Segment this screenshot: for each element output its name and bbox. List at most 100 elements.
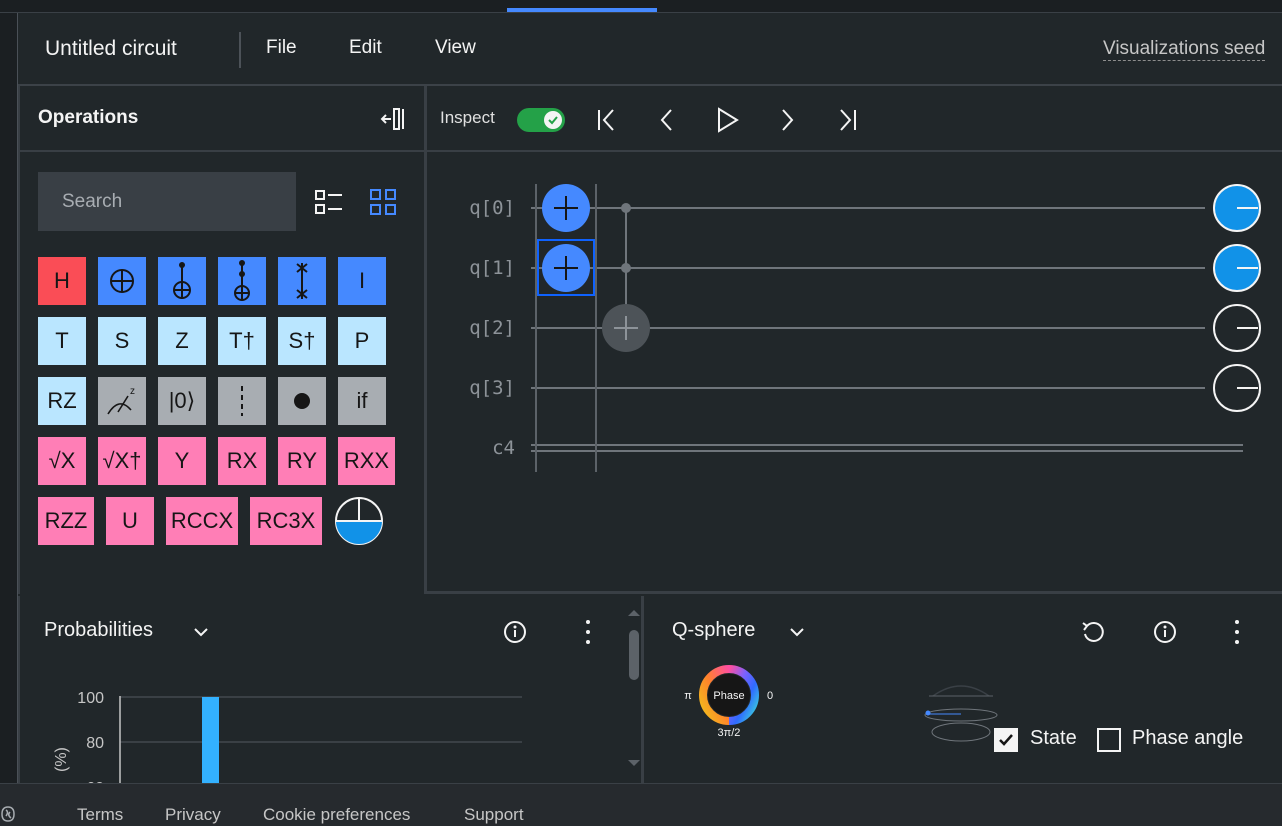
visualizations-seed-link[interactable]: Visualizations seed [1103,38,1266,61]
footer-link-cookie-preferences[interactable]: Cookie preferences [263,805,410,825]
search-box[interactable] [38,172,296,231]
active-tab-indicator [507,8,657,12]
menu-edit[interactable]: Edit [349,37,382,59]
y-tick-label: 80 [86,735,104,752]
overflow-menu-icon[interactable] [1225,618,1249,646]
gate-p[interactable]: P [338,317,386,365]
operations-header: Operations [20,86,426,152]
gate-rccx[interactable]: RCCX [166,497,238,545]
gate-s-dagger[interactable]: S† [278,317,326,365]
step-back-icon[interactable] [653,106,681,134]
phase-angle-checkbox[interactable] [1097,728,1121,752]
qsphere-visual[interactable] [921,678,1001,746]
measure-indicator-q1 [1213,244,1261,292]
gate-rc3x[interactable]: RC3X [250,497,322,545]
phase-wheel: Phase π 0 3π/2 [684,665,773,739]
inspect-toggle[interactable] [517,108,565,132]
gate-y[interactable]: Y [158,437,206,485]
qsphere-title[interactable]: Q-sphere [672,619,755,642]
gate-rxx[interactable]: RXX [338,437,395,485]
y-tick-label: 100 [77,690,104,707]
footer: Terms Privacy Cookie preferences Support [0,783,1282,826]
info-icon[interactable] [1153,620,1177,644]
collapse-panel-icon[interactable] [380,106,406,132]
gate-swap[interactable] [278,257,326,305]
probability-disk-icon[interactable] [333,495,385,547]
gate-s[interactable]: S [98,317,146,365]
qubit-label-3: q[3] [469,377,515,399]
gate-label: RCCX [170,508,234,533]
gate-label: U [122,508,138,533]
gate-label: RZ [47,388,77,413]
scroll-up-icon[interactable] [626,608,642,618]
operations-title: Operations [38,107,139,128]
gate-sqrt-x-dagger[interactable]: √X† [98,437,146,485]
gate-z[interactable]: Z [158,317,206,365]
gate-t[interactable]: T [38,317,86,365]
qubit-label-2: q[2] [469,317,515,339]
gate-toffoli[interactable] [218,257,266,305]
footer-link-support[interactable]: Support [464,805,524,825]
gate-reset[interactable]: |0⟩ [158,377,206,425]
circuit-title[interactable]: Untitled circuit [45,37,177,61]
probability-bar[interactable] [202,697,219,786]
qubit-label-1: q[1] [469,257,515,279]
toffoli-gate[interactable] [602,203,650,352]
state-label: State [1030,727,1077,749]
circuit-canvas[interactable]: q[0] q[1] q[2] q[3] c4 [427,152,1282,594]
header-separator [239,32,241,68]
gate-rx[interactable]: RX [218,437,266,485]
x-gate-q1[interactable] [537,239,595,296]
gate-sqrt-x[interactable]: √X [38,437,86,485]
svg-text:z: z [130,386,135,397]
app-header: Untitled circuit File Edit View Visualiz… [18,13,1282,86]
skip-to-start-icon[interactable] [593,106,621,134]
gate-t-dagger[interactable]: T† [218,317,266,365]
chevron-down-icon[interactable] [192,623,210,641]
play-icon[interactable] [713,106,741,134]
checkmark-icon [999,734,1013,746]
phase-3pi2-label: 3π/2 [718,727,741,739]
gate-barrier[interactable] [218,377,266,425]
footer-link-privacy[interactable]: Privacy [165,805,221,825]
skip-to-end-icon[interactable] [833,106,861,134]
gate-controlled-not[interactable] [158,257,206,305]
gate-dot[interactable] [278,377,326,425]
scroll-down-icon[interactable] [626,758,642,768]
scrollbar[interactable] [626,608,642,772]
gate-rzz[interactable]: RZZ [38,497,94,545]
reset-view-icon[interactable] [1080,619,1106,645]
gate-h[interactable]: H [38,257,86,305]
gate-i[interactable]: I [338,257,386,305]
scroll-thumb[interactable] [629,630,639,680]
overflow-menu-icon[interactable] [576,618,600,646]
step-forward-icon[interactable] [773,106,801,134]
x-gate-q0[interactable] [542,184,590,232]
probabilities-title[interactable]: Probabilities [44,619,153,642]
gate-if[interactable]: if [338,377,386,425]
phase-label: Phase [713,690,744,702]
search-input[interactable] [38,172,296,231]
inspect-label: Inspect [440,108,495,127]
menu-file[interactable]: File [266,37,297,59]
gate-rz[interactable]: RZ [38,377,86,425]
measure-indicator-q3 [1213,364,1261,412]
state-checkbox[interactable] [994,728,1018,752]
menu-view[interactable]: View [435,37,476,59]
footer-link-terms[interactable]: Terms [77,805,123,825]
gate-measure-z[interactable]: z [98,377,146,425]
gate-label: RXX [343,448,390,473]
toffoli-icon [234,260,250,301]
gate-u[interactable]: U [106,497,154,545]
brain-icon [1,806,15,822]
gate-label: RX [226,448,258,473]
gate-ry[interactable]: RY [278,437,326,485]
gate-label: T† [229,328,255,353]
grid-view-icon[interactable] [368,187,398,217]
chevron-down-icon[interactable] [788,623,806,641]
gate-cnot[interactable] [98,257,146,305]
phase-zero-label: 0 [767,690,773,702]
info-icon[interactable] [503,620,527,644]
list-view-icon[interactable] [314,187,344,217]
qubit-label-0: q[0] [469,197,515,219]
